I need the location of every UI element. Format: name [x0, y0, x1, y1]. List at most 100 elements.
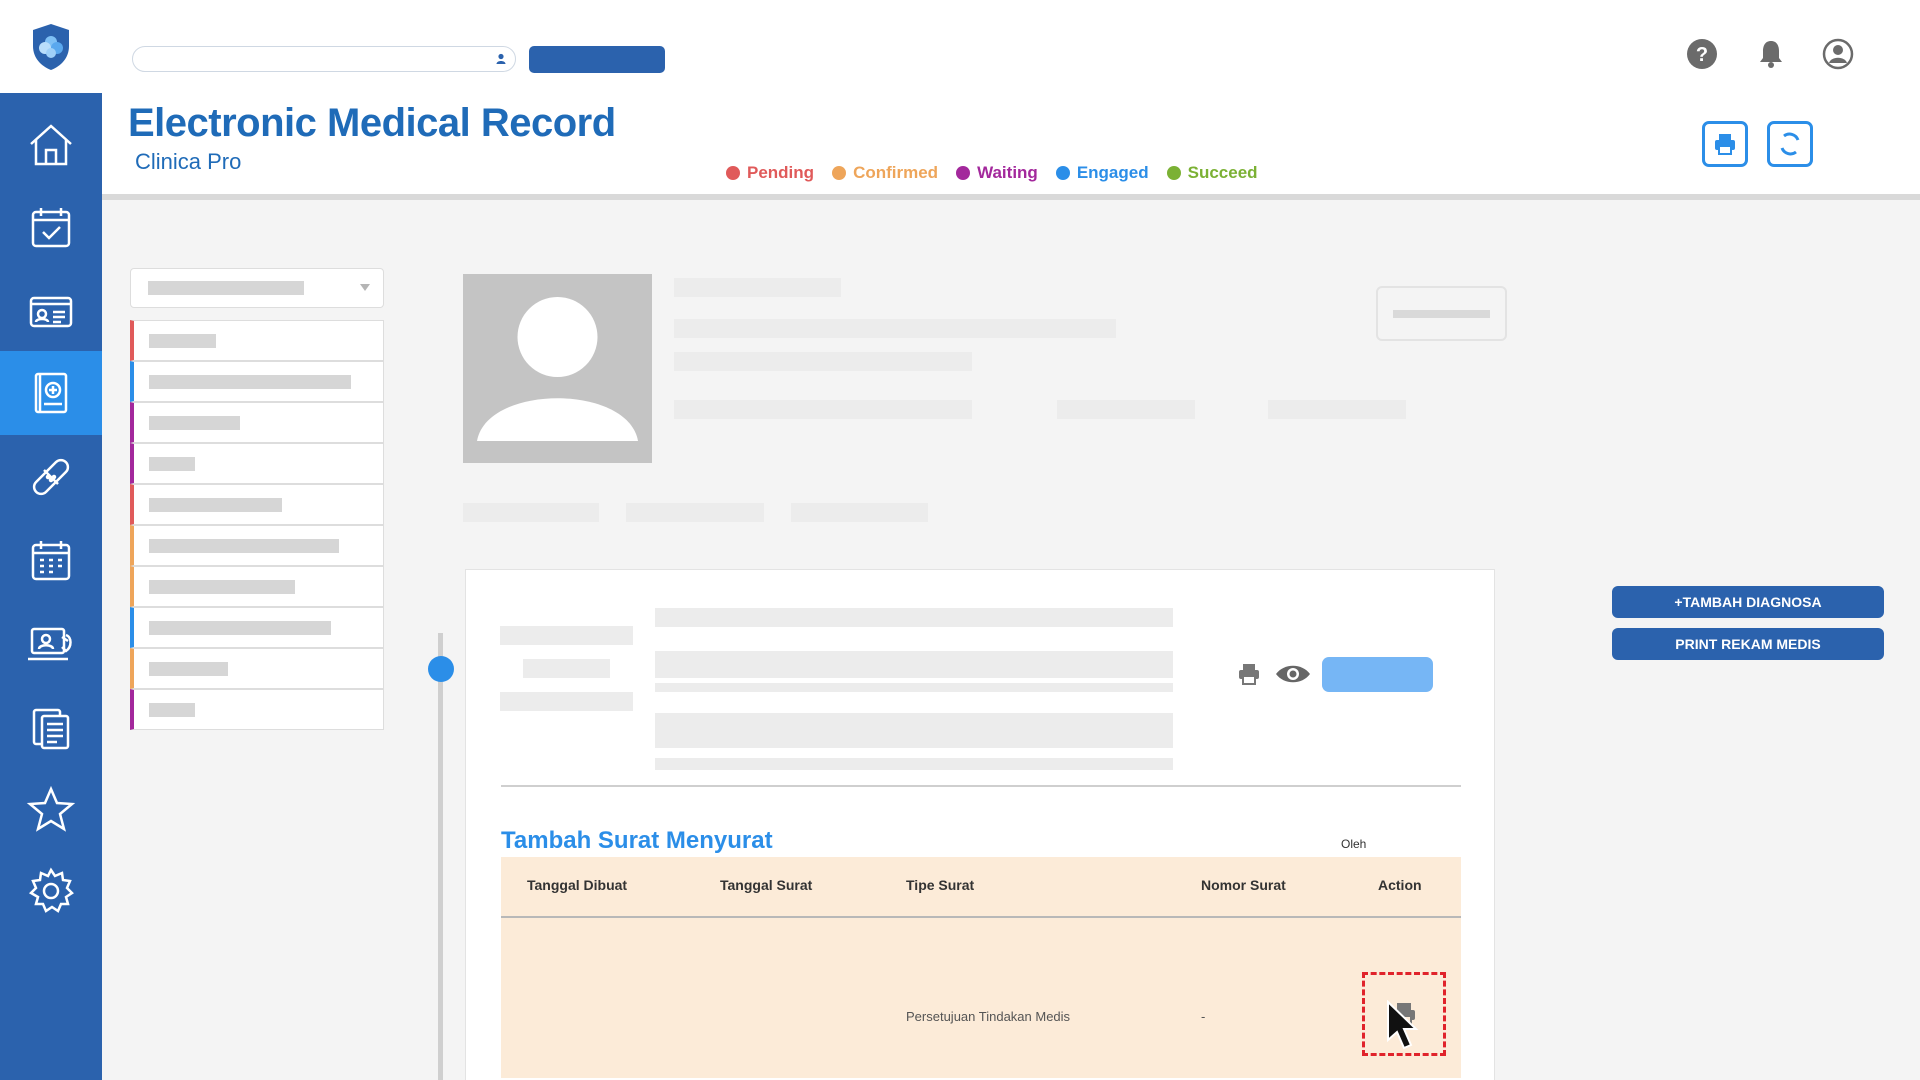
column-header: Tanggal Surat	[720, 877, 813, 893]
legend-succeed: Succeed	[1166, 163, 1258, 183]
column-header: Action	[1378, 877, 1422, 893]
user-account-icon[interactable]	[1822, 38, 1854, 70]
record-status-button[interactable]	[1322, 657, 1433, 692]
app-logo[interactable]	[0, 0, 102, 93]
column-header: Nomor Surat	[1201, 877, 1286, 893]
star-icon	[26, 785, 76, 832]
sidebar-item-patients[interactable]	[0, 270, 102, 354]
list-item[interactable]	[130, 607, 384, 648]
home-icon	[30, 124, 72, 166]
svg-text:?: ?	[1696, 44, 1708, 66]
patient-info-placeholder	[674, 319, 1116, 338]
gear-icon	[28, 867, 74, 913]
cell-letter-number: -	[1201, 1009, 1206, 1024]
patient-avatar	[463, 274, 652, 463]
table-row: Persetujuan Tindakan Medis -	[501, 918, 1461, 1078]
legend-label: Engaged	[1076, 163, 1149, 182]
status-legend: Pending Confirmed Waiting Engaged Succee…	[726, 163, 1258, 183]
cell-letter-type: Persetujuan Tindakan Medis	[906, 1009, 1071, 1024]
chevron-down-icon	[360, 284, 370, 291]
list-item[interactable]	[130, 566, 384, 607]
legend-confirmed: Confirmed	[832, 163, 938, 183]
add-diagnosis-button[interactable]: +TAMBAH DIAGNOSA	[1612, 586, 1884, 618]
record-time-placeholder	[523, 659, 610, 678]
calendar-check-icon	[31, 208, 71, 248]
print-medical-record-button[interactable]: PRINT REKAM MEDIS	[1612, 628, 1884, 660]
placeholder-text	[148, 281, 304, 295]
record-text-placeholder	[655, 758, 1173, 770]
help-icon[interactable]: ?	[1686, 38, 1718, 70]
sidebar-item-treatment[interactable]	[0, 435, 102, 519]
record-text-placeholder	[655, 608, 1173, 627]
notification-bell-icon[interactable]	[1755, 38, 1787, 70]
id-card-icon	[29, 296, 73, 328]
record-text-placeholder	[655, 683, 1173, 692]
page-subtitle: Clinica Pro	[135, 149, 242, 174]
patient-info-placeholder	[1268, 400, 1406, 419]
column-header: Tanggal Dibuat	[527, 877, 628, 893]
legend-engaged: Engaged	[1055, 163, 1149, 183]
list-item[interactable]	[130, 402, 384, 443]
column-header: Tipe Surat	[906, 877, 975, 893]
sidebar	[0, 0, 102, 1080]
patient-tag-placeholder	[626, 503, 764, 522]
medical-record-icon	[34, 372, 68, 414]
status-dot	[956, 166, 971, 180]
sidebar-item-home[interactable]	[0, 103, 102, 187]
patient-search-icon	[496, 53, 506, 64]
list-item[interactable]	[130, 484, 384, 525]
letters-table: Tanggal Dibuat Tanggal Surat Tipe Surat …	[501, 857, 1461, 1078]
print-letter-action[interactable]	[1362, 972, 1446, 1056]
sidebar-item-favorites[interactable]	[0, 767, 102, 851]
bandage-icon	[32, 458, 70, 496]
visit-select-dropdown[interactable]	[130, 268, 384, 308]
eye-icon[interactable]	[1274, 663, 1312, 685]
timeline-marker[interactable]	[428, 656, 454, 682]
clipboard-icon	[32, 708, 70, 750]
printer-icon[interactable]	[1237, 662, 1261, 686]
sidebar-item-reports[interactable]	[0, 685, 102, 769]
refresh-icon	[1780, 132, 1800, 156]
legend-pending: Pending	[726, 163, 814, 183]
schedule-icon	[31, 541, 71, 581]
print-button[interactable]	[1702, 121, 1748, 167]
list-item[interactable]	[130, 361, 384, 402]
patient-action-button[interactable]	[1376, 286, 1507, 341]
record-doctor-placeholder	[500, 692, 633, 711]
patient-tag-placeholder	[791, 503, 928, 522]
patient-name-placeholder	[674, 278, 841, 297]
sidebar-item-medical-record[interactable]	[0, 351, 102, 435]
table-header: Tanggal Dibuat Tanggal Surat Tipe Surat …	[501, 857, 1461, 918]
sidebar-item-settings[interactable]	[0, 849, 102, 933]
record-card: Tambah Surat Menyurat Oleh Tanggal Dibua…	[465, 569, 1495, 1080]
patient-info-placeholder	[674, 400, 972, 419]
patient-info-placeholder	[674, 352, 972, 371]
record-text-placeholder	[655, 651, 1173, 678]
list-item[interactable]	[130, 443, 384, 484]
sidebar-item-schedule[interactable]	[0, 518, 102, 602]
card-divider	[501, 785, 1461, 787]
list-item[interactable]	[130, 648, 384, 689]
telemedicine-icon	[28, 627, 72, 661]
record-date-placeholder	[500, 626, 633, 645]
refresh-button[interactable]	[1767, 121, 1813, 167]
legend-waiting: Waiting	[956, 163, 1038, 183]
list-item[interactable]	[130, 320, 384, 361]
page-title: Electronic Medical Record	[128, 101, 616, 145]
status-dot	[1166, 166, 1181, 180]
by-label: Oleh	[1341, 837, 1367, 851]
sidebar-item-telemedicine[interactable]	[0, 602, 102, 686]
search-input[interactable]	[132, 46, 516, 72]
status-dot	[832, 166, 847, 180]
section-title: Tambah Surat Menyurat	[501, 827, 773, 854]
list-item[interactable]	[130, 525, 384, 566]
legend-label: Succeed	[1187, 163, 1258, 182]
list-item[interactable]	[130, 689, 384, 730]
timeline-line	[438, 633, 443, 1080]
sidebar-item-appointments[interactable]	[0, 185, 102, 269]
record-text-placeholder	[655, 713, 1173, 748]
patient-tag-placeholder	[463, 503, 599, 522]
search-button[interactable]	[529, 46, 665, 73]
printer-icon	[1393, 1003, 1415, 1026]
page-header: Electronic Medical Record Clinica Pro Pe…	[102, 93, 1920, 200]
